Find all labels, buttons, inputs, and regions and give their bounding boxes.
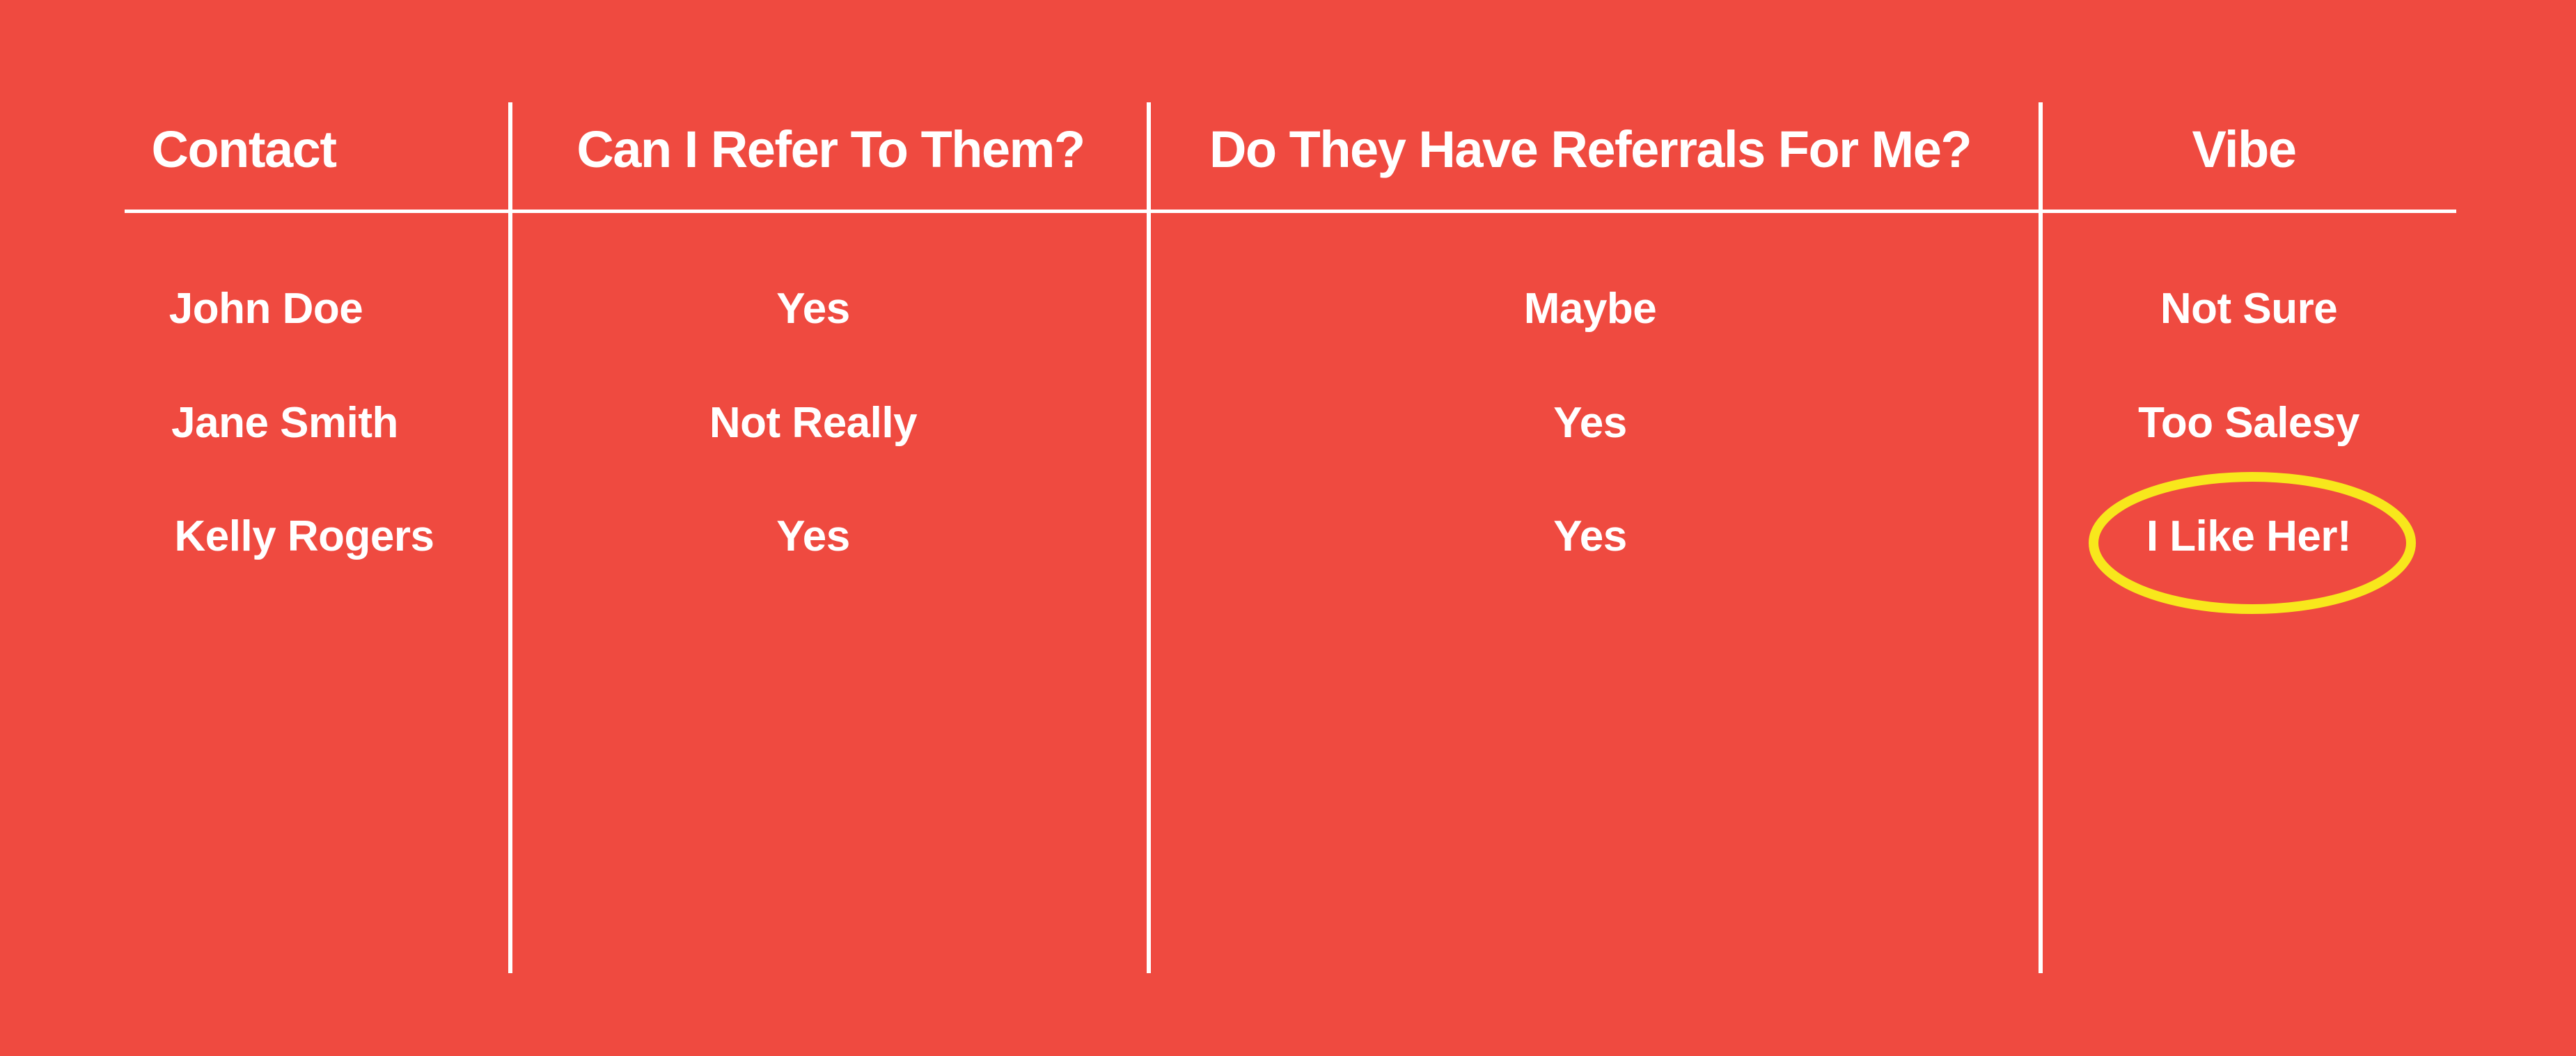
- column-divider-2: [1147, 102, 1151, 973]
- cell-contact: John Doe: [168, 285, 363, 333]
- cell-have-referrals: Maybe: [1523, 285, 1657, 333]
- cell-vibe: Too Salesy: [2138, 399, 2359, 447]
- header-divider: [125, 210, 2456, 213]
- cell-contact: Jane Smith: [171, 399, 398, 447]
- cell-vibe: Not Sure: [2160, 285, 2338, 333]
- header-can-i-refer: Can I Refer To Them?: [576, 120, 1085, 178]
- column-divider-3: [2039, 102, 2043, 973]
- cell-can-refer: Yes: [776, 285, 850, 333]
- cell-contact: Kelly Rogers: [174, 512, 434, 560]
- cell-can-refer: Yes: [776, 512, 850, 560]
- highlight-ellipse: [2089, 472, 2416, 614]
- cell-have-referrals: Yes: [1553, 512, 1627, 560]
- header-have-referrals: Do They Have Referrals For Me?: [1209, 120, 1972, 178]
- highlight-ellipse-shape: [2089, 472, 2416, 614]
- column-divider-1: [508, 102, 512, 973]
- header-vibe: Vibe: [2192, 120, 2297, 178]
- cell-can-refer: Not Really: [709, 399, 918, 447]
- header-contact: Contact: [151, 120, 337, 178]
- cell-have-referrals: Yes: [1553, 399, 1627, 447]
